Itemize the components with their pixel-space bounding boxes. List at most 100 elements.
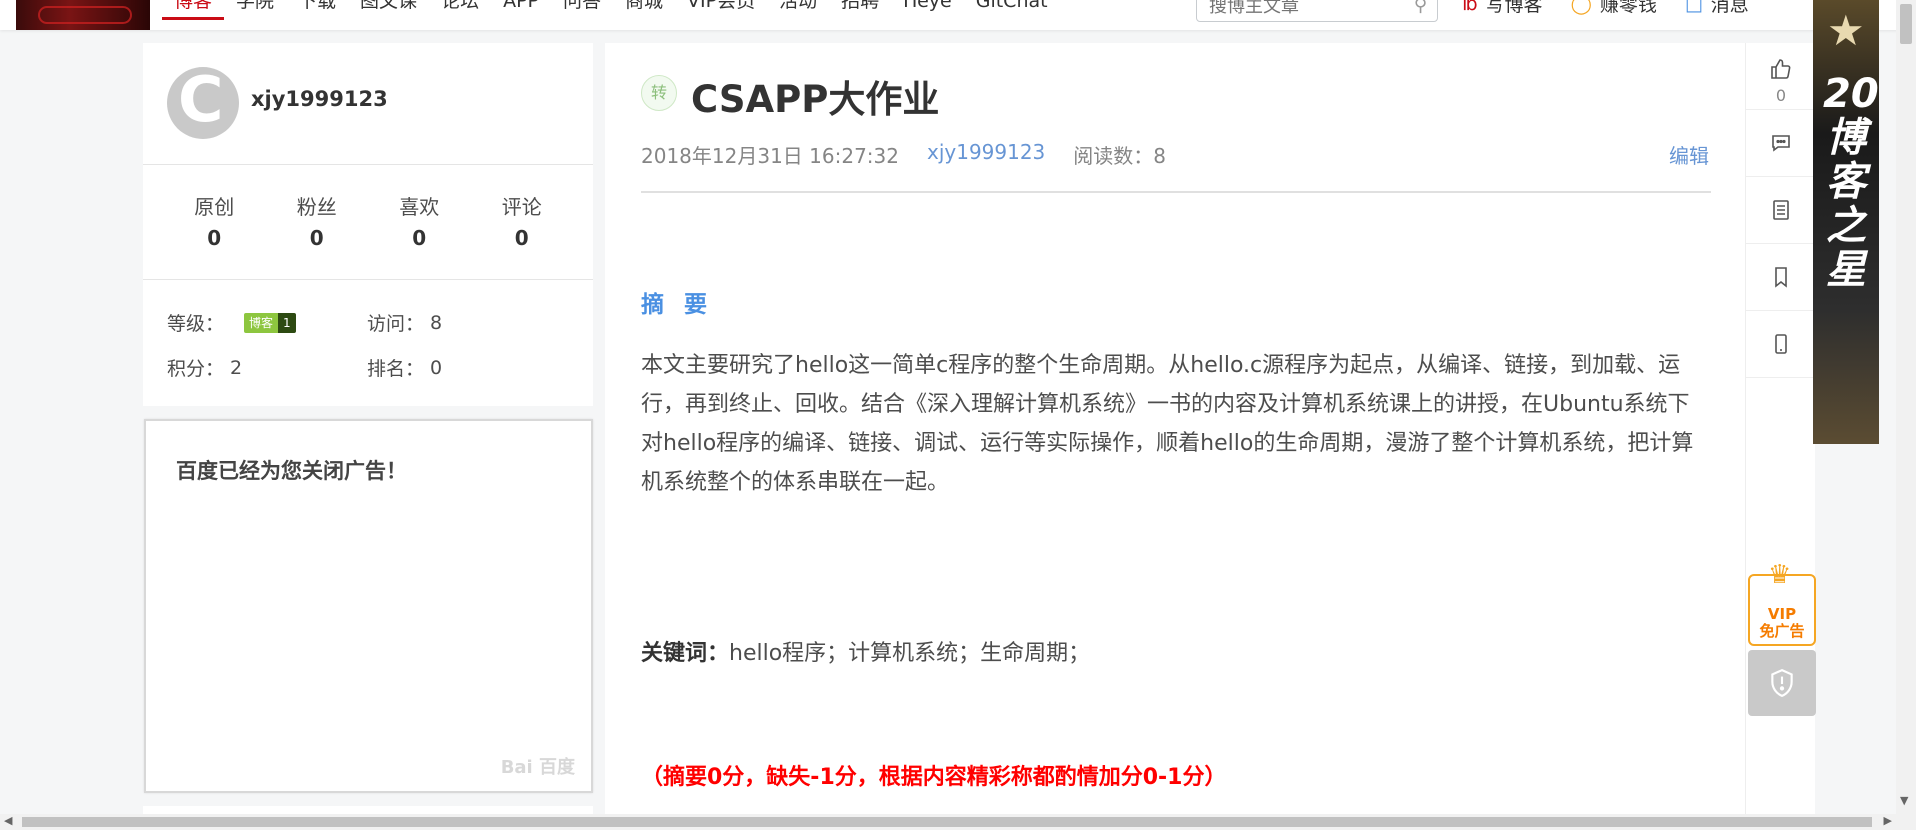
keywords-line: 关键词：hello程序；计算机系统；生命周期； [641,635,1090,667]
write-blog-label: 写博客 [1485,0,1543,16]
grade-badge-level: 1 [278,312,296,333]
bookmark-button[interactable] [1746,244,1816,311]
stat-label: 粉丝 [296,195,337,219]
abstract-heading: 摘 要 [641,292,714,318]
stat-value: 0 [207,226,222,250]
rank-cell: 排名： 0 [367,354,567,381]
toc-button[interactable] [1746,177,1816,244]
abstract-paragraph: 本文主要研究了hello这一简单c程序的整个生命周期。从hello.c源程序为起… [641,353,1694,495]
article-read-count: 阅读数：8 [1073,144,1167,168]
comment-icon [1772,135,1790,152]
stat-likes[interactable]: 喜欢 0 [374,191,464,250]
vertical-scrollbar[interactable]: ▼ [1896,0,1916,830]
points-label: 积分： [167,358,225,380]
visits-label: 访问： [367,313,425,335]
grading-note: （摘要0分，缺失-1分，根据内容精彩称都酌情加分0-1分） [641,765,1227,790]
vertical-scroll-thumb[interactable] [1900,4,1912,44]
repost-tag: 转 [641,75,677,111]
star-icon: ★ [1827,6,1865,55]
ad-closed-message: 百度已经为您关闭广告！ [176,459,407,483]
horizontal-scrollbar[interactable]: ◀ ▶ [0,814,1896,830]
stat-comments[interactable]: 评论 0 [477,191,567,250]
article-meta: 2018年12月31日 16:27:32 xjy1999123 阅读数：8 [641,140,1166,169]
crown-icon: ♛ [1768,560,1792,590]
keywords-text: hello程序；计算机系统；生命周期； [729,641,1091,666]
nav-links: 博客 学院 下载 图文课 论坛 APP 问答 商城 VIP会员 活动 招聘 IT… [162,0,1060,20]
ad-closed-panel: 百度已经为您关闭广告！ Bai 百度 [144,419,593,793]
divider [143,164,593,165]
nav-link-jobs[interactable]: 招聘 [829,0,891,20]
nav-link-events[interactable]: 活动 [767,0,829,20]
grade-cell: 等级： 博客 1 [167,309,367,336]
phone-icon [1775,334,1787,354]
coin-icon: ◯ [1570,0,1592,15]
messages-label: 消息 [1710,0,1749,16]
shield-icon [1771,668,1793,698]
nav-link-iteye[interactable]: ITeye [891,0,964,20]
nav-link-academy[interactable]: 学院 [224,0,286,20]
nav-link-qa[interactable]: 问答 [551,0,613,20]
nav-link-blog[interactable]: 博客 [162,0,225,20]
divider [143,279,593,280]
scroll-right-arrow-icon[interactable]: ▶ [1884,814,1892,827]
grade-badge: 博客 1 [244,312,296,333]
avatar[interactable] [167,63,239,139]
comment-button[interactable] [1746,110,1816,177]
messages-link[interactable]: □ 消息 [1685,0,1749,17]
stat-original[interactable]: 原创 0 [169,191,259,250]
nav-link-download[interactable]: 下载 [286,0,348,20]
divider [641,191,1711,193]
thumbs-up-icon [1771,59,1791,79]
write-blog-link[interactable]: ℔ 写博客 [1462,0,1543,17]
baidu-logo: Bai 百度 [500,757,575,778]
grade-badge-text: 博客 [244,312,279,333]
stat-value: 0 [309,226,324,250]
points-row: 积分： 2 排名： 0 [167,354,567,381]
nav-right: ℔ 写博客 ◯ 赚零钱 □ 消息 [1462,0,1749,17]
vip-line1: VIP [1767,605,1797,623]
stat-fans[interactable]: 粉丝 0 [272,191,362,250]
profile-card: xjy1999123 原创 0 粉丝 0 喜欢 0 评论 0 等级： 博客 1 [143,43,593,406]
search-box: ⚲ [1196,0,1438,22]
nav-link-forum[interactable]: 论坛 [429,0,491,20]
article-date: 2018年12月31日 16:27:32 [641,144,899,168]
edit-link[interactable]: 编辑 [1669,140,1709,169]
like-button[interactable]: 0 [1746,43,1816,110]
visits-cell: 访问： 8 [367,309,567,336]
horizontal-scroll-thumb[interactable] [22,817,1872,827]
nav-link-app[interactable]: APP [491,0,551,20]
keywords-label: 关键词： [641,641,730,666]
stat-value: 0 [412,226,427,250]
grade-row: 等级： 博客 1 访问： 8 [167,309,567,336]
nav-link-vip[interactable]: VIP会员 [675,0,767,20]
vip-no-ads-button[interactable]: ♛ VIP 免广告 [1748,560,1816,646]
nav-link-gitchat[interactable]: GitChat [964,0,1060,20]
nav-link-mall[interactable]: 商城 [613,0,675,20]
scroll-left-arrow-icon[interactable]: ◀ [4,814,12,827]
mobile-view-button[interactable] [1746,311,1816,378]
pen-icon: ℔ [1462,0,1478,15]
profile-stats: 原创 0 粉丝 0 喜欢 0 评论 0 [143,191,593,250]
list-icon [1773,200,1789,220]
visits-value: 8 [430,311,443,334]
blog-star-banner[interactable]: ★ 2018博客之星 [1813,0,1879,444]
nav-link-courses[interactable]: 图文课 [348,0,429,20]
top-navbar: 博客 学院 下载 图文课 论坛 APP 问答 商城 VIP会员 活动 招聘 IT… [0,0,1916,30]
report-button[interactable] [1748,650,1816,716]
grade-label: 等级： [167,313,225,335]
search-icon[interactable]: ⚲ [1414,0,1427,16]
article-author-link[interactable]: xjy1999123 [927,140,1045,169]
scroll-down-arrow-icon[interactable]: ▼ [1900,794,1908,807]
message-icon: □ [1684,0,1703,15]
search-input[interactable] [1209,0,1409,19]
stat-label: 原创 [194,195,235,219]
stat-value: 0 [514,226,529,250]
site-logo[interactable] [16,0,150,30]
banner-text: 2018博客之星 [1823,71,1879,293]
earn-money-link[interactable]: ◯ 赚零钱 [1571,0,1657,17]
vip-line2: 免广告 [1759,622,1805,640]
points-value: 2 [230,356,243,379]
article-panel: 转 CSAPP大作业 2018年12月31日 16:27:32 xjy19991… [605,43,1745,830]
stat-label: 评论 [501,195,542,219]
profile-username[interactable]: xjy1999123 [251,87,388,111]
